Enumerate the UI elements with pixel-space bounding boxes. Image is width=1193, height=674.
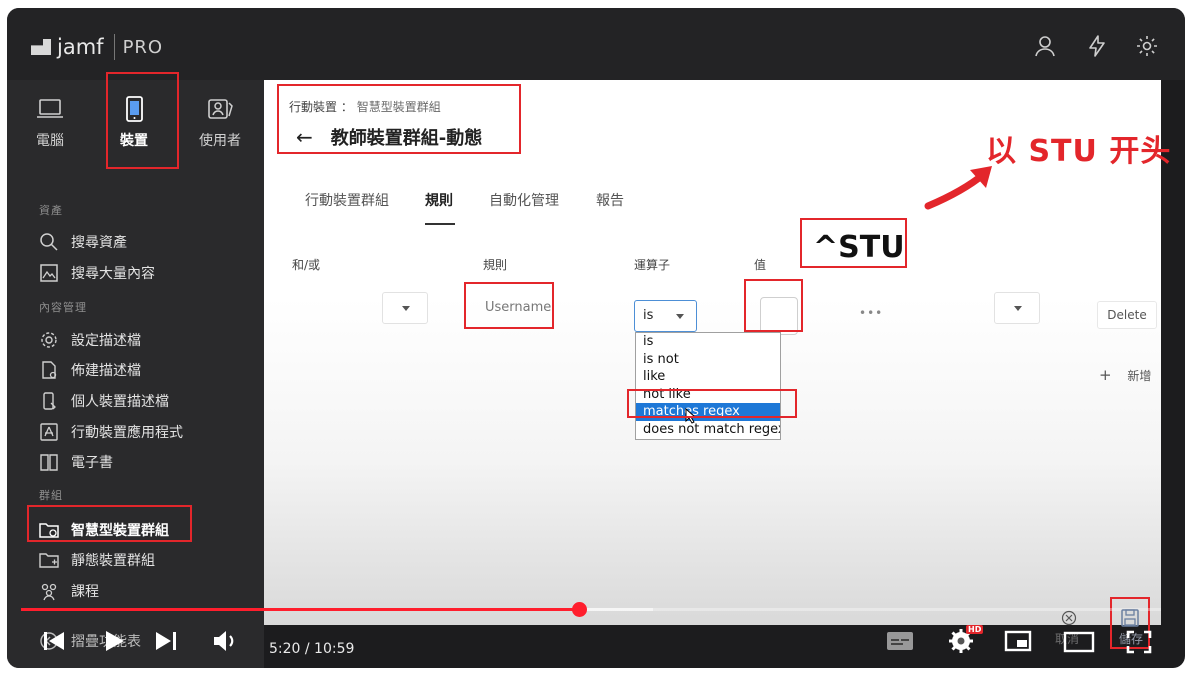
column-header-value: 值: [754, 258, 767, 272]
operator-dropdown: is is not like not like matches regex do…: [635, 332, 781, 440]
annotation-box-devices-tab: [106, 72, 179, 169]
section-label-groups: 群組: [39, 489, 63, 502]
jamf-mark-icon: [31, 39, 51, 55]
static-folder-icon: [39, 553, 59, 568]
laptop-icon: [37, 99, 63, 118]
section-label-assets: 資產: [39, 204, 63, 217]
book-icon: [40, 454, 58, 471]
play-icon[interactable]: [102, 629, 126, 653]
player-time: 5:20 / 10:59: [269, 641, 355, 657]
progress-scrubber[interactable]: [572, 602, 587, 617]
column-header-criteria: 規則: [483, 258, 508, 272]
next-icon[interactable]: [153, 629, 179, 653]
sidebar-item-search-inventory[interactable]: 搜尋資產: [39, 231, 127, 253]
sidebar-item-classes[interactable]: 課程: [39, 580, 99, 602]
sidebar-item-provisioning-profiles[interactable]: 佈建描述檔: [39, 359, 141, 381]
nav-tab-computers[interactable]: 電腦: [15, 94, 85, 150]
more-options-button[interactable]: •••: [859, 306, 883, 320]
jamf-logo[interactable]: jamf PRO: [31, 34, 163, 60]
delete-button[interactable]: Delete: [1097, 301, 1157, 329]
tab-reports[interactable]: 報告: [596, 190, 624, 210]
operator-option[interactable]: is not: [636, 351, 780, 369]
sidebar-item-config-profiles[interactable]: 設定描述檔: [39, 329, 141, 351]
annotation-box-title: [277, 84, 521, 154]
product-name: PRO: [122, 36, 164, 58]
hd-badge: HD: [966, 625, 984, 634]
section-label-content: 內容管理: [39, 301, 87, 314]
user-account-icon[interactable]: [1033, 34, 1057, 58]
fullscreen-icon[interactable]: [1125, 629, 1153, 655]
cancel-icon[interactable]: [1061, 610, 1077, 626]
plus-icon: +: [1099, 366, 1112, 384]
miniplayer-icon[interactable]: [1003, 629, 1033, 653]
profile-icon: [42, 361, 57, 379]
annotation-box-value: [744, 279, 803, 332]
nav-tab-users[interactable]: 使用者: [185, 94, 255, 150]
progress-played: [21, 608, 579, 611]
image-icon: [40, 264, 58, 282]
operator-option[interactable]: like: [636, 368, 780, 386]
users-icon: [208, 99, 233, 119]
operator-option[interactable]: does not match regex: [636, 421, 780, 439]
annotation-box-criteria: [464, 282, 554, 329]
parenthesis-select[interactable]: [994, 292, 1040, 324]
annotation-regex-value: ^STU: [813, 230, 905, 265]
chevron-down-icon: [676, 314, 684, 319]
gear-icon: [41, 332, 57, 348]
sidebar-item-personal-device-profiles[interactable]: 個人裝置描述檔: [39, 390, 169, 412]
theater-mode-icon[interactable]: [1063, 631, 1095, 653]
operator-option[interactable]: is: [636, 333, 780, 351]
annotation-box-smart-groups: [27, 505, 192, 542]
chevron-down-icon: [1014, 306, 1022, 311]
annotation-arrow-icon: [924, 166, 992, 210]
and-or-select[interactable]: [382, 292, 428, 324]
operator-value: is: [643, 308, 654, 323]
settings-gear-icon[interactable]: [1135, 34, 1159, 58]
annotation-stu-note: 以 STU 开头: [986, 134, 1172, 169]
tab-automated-management[interactable]: 自動化管理: [489, 190, 559, 210]
column-header-operator: 運算子: [634, 258, 671, 272]
video-frame: jamf PRO 電腦 裝置 使用者 資產 搜尋資產 搜尋大量內容 內容管理 設…: [7, 8, 1185, 668]
brand-name: jamf: [57, 35, 104, 59]
classes-icon: [41, 583, 57, 601]
top-bar: jamf PRO: [7, 8, 1185, 80]
lightning-icon[interactable]: [1085, 34, 1109, 58]
previous-icon[interactable]: [41, 629, 67, 653]
add-criteria-button[interactable]: + 新增: [1099, 366, 1151, 384]
volume-icon[interactable]: [212, 628, 240, 654]
operator-select[interactable]: is: [634, 300, 697, 332]
tab-criteria[interactable]: 規則: [425, 190, 453, 210]
sidebar-item-static-device-groups[interactable]: 靜態裝置群組: [39, 549, 155, 571]
tab-mobile-device-group[interactable]: 行動裝置群組: [305, 190, 389, 210]
search-icon: [40, 233, 58, 251]
sidebar-item-mobile-apps[interactable]: 行動裝置應用程式: [39, 421, 183, 443]
chevron-down-icon: [402, 306, 410, 311]
app-store-icon: [40, 423, 58, 441]
column-header-and-or: 和/或: [292, 258, 321, 272]
personal-device-icon: [43, 392, 56, 410]
save-icon[interactable]: [1120, 608, 1140, 628]
captions-icon[interactable]: [885, 629, 915, 653]
annotation-box-matches-regex: [627, 389, 797, 418]
active-tab-indicator: [425, 223, 455, 225]
sidebar-item-search-volume[interactable]: 搜尋大量內容: [39, 262, 155, 284]
sidebar-item-ebooks[interactable]: 電子書: [39, 451, 113, 473]
